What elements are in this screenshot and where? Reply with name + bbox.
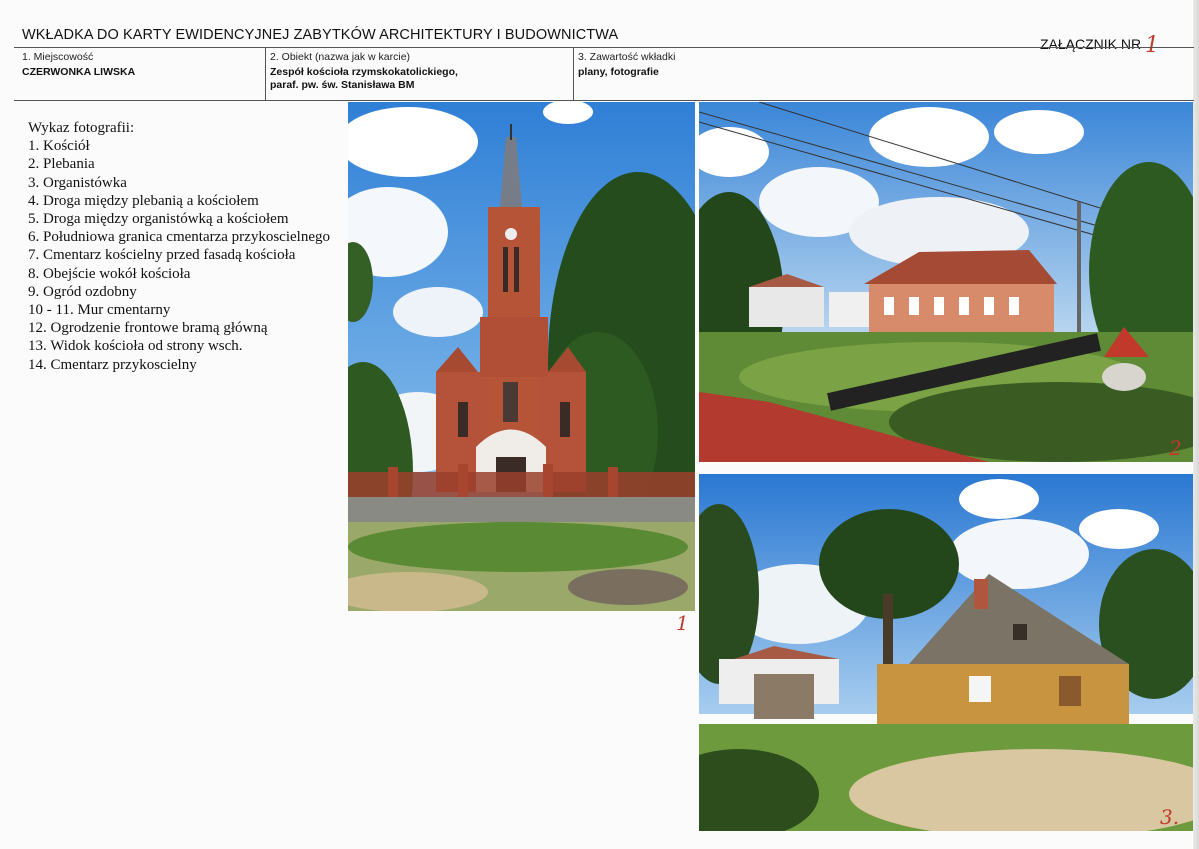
photo-presbytery xyxy=(699,102,1193,462)
field-divider-1 xyxy=(265,48,266,100)
list-item: 5. Droga między organistówką a kościołem xyxy=(28,211,289,228)
photo-number-3: 3. xyxy=(1160,805,1180,829)
contents-field: 3. Zawartość wkładki plany, fotografie xyxy=(578,51,675,79)
list-item: 12. Ogrodzenie frontowe bramą główną xyxy=(28,320,268,337)
list-item: 2. Plebania xyxy=(28,156,95,173)
document-title: WKŁADKA DO KARTY EWIDENCYJNEJ ZABYTKÓW A… xyxy=(22,27,619,43)
photo-organist-house xyxy=(699,474,1193,831)
list-item: 3. Organistówka xyxy=(28,174,127,191)
object-value-line2: paraf. pw. św. Stanisława BM xyxy=(270,79,415,91)
list-item: 9. Ogród ozdobny xyxy=(28,283,137,300)
object-field: 2. Obiekt (nazwa jak w karcie) Zespół ko… xyxy=(270,51,458,92)
list-item: 10 - 11. Mur cmentarny xyxy=(28,302,171,319)
photo-church xyxy=(348,102,695,611)
photo-number-2: 2 xyxy=(1169,436,1182,460)
photo-list-heading: Wykaz fotografii: xyxy=(28,120,135,136)
contents-value: plany, fotografie xyxy=(578,66,659,78)
list-item: 1. Kościół xyxy=(28,138,90,155)
list-item: 4. Droga między plebanią a kościołem xyxy=(28,192,259,209)
field-divider-2 xyxy=(573,48,574,100)
contents-label: 3. Zawartość wkładki xyxy=(578,51,676,63)
list-item: 6. Południowa granica cmentarza przykosc… xyxy=(28,229,330,246)
list-item: 7. Cmentarz kościelny przed fasadą kości… xyxy=(28,247,296,264)
header-rule-bottom xyxy=(14,100,1194,101)
locality-value: CZERWONKA LIWSKA xyxy=(22,66,136,78)
object-value-line1: Zespół kościoła rzymskokatolickiego, xyxy=(270,66,458,78)
photo-list: Wykaz fotografii: 1. Kościół 2. Plebania… xyxy=(28,119,330,374)
document-sheet: WKŁADKA DO KARTY EWIDENCYJNEJ ZABYTKÓW A… xyxy=(0,0,1199,849)
list-item: 14. Cmentarz przykoscielny xyxy=(28,356,197,373)
annex-label-text: ZAŁĄCZNIK NR xyxy=(1039,36,1142,52)
photo-number-1: 1 xyxy=(676,611,689,635)
locality-field: 1. Miejscowość CZERWONKA LIWSKA xyxy=(22,51,135,79)
annex-number: 1 xyxy=(1145,33,1159,58)
list-item: 8. Obejście wokół kościoła xyxy=(28,265,191,282)
annex-label: ZAŁĄCZNIK NR 1 xyxy=(1039,30,1159,58)
object-label: 2. Obiekt (nazwa jak w karcie) xyxy=(270,51,411,63)
list-item: 13. Widok kościoła od strony wsch. xyxy=(28,338,243,355)
header-rule-top xyxy=(14,47,1194,48)
locality-label: 1. Miejscowość xyxy=(22,51,94,63)
scan-edge xyxy=(1193,0,1199,849)
